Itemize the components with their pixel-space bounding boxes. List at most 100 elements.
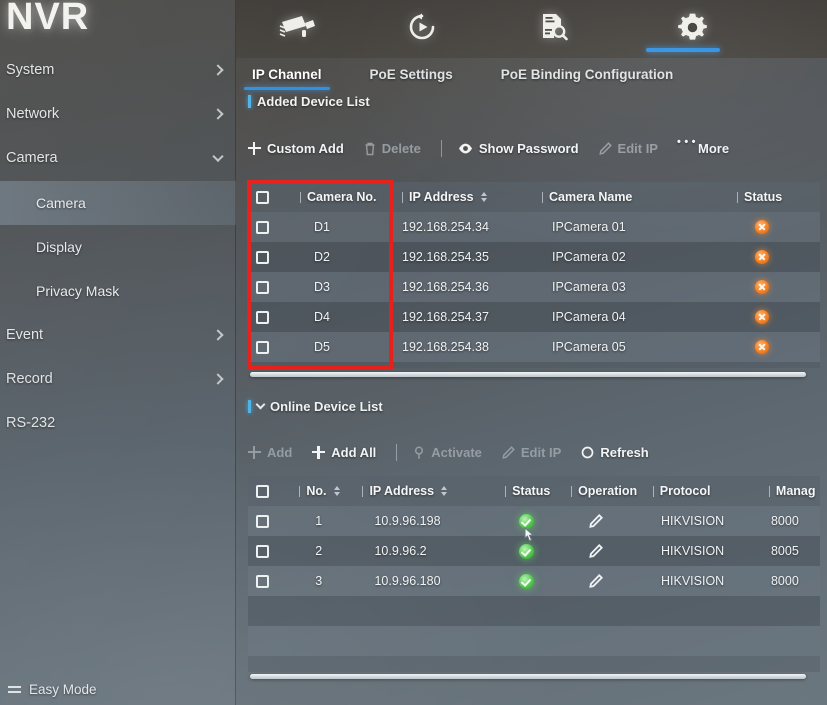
cell-camera-name: IPCamera 01 [552,220,626,234]
sidebar-item-rs232[interactable]: RS-232 [0,401,236,445]
cell-no: 2 [315,544,323,558]
column-label: Operation [578,484,638,498]
row-checkbox[interactable] [248,340,292,354]
select-all-checkbox[interactable] [248,190,292,204]
cell-operation[interactable] [563,514,645,528]
mouse-cursor [518,526,538,557]
refresh-button[interactable]: Refresh [581,445,649,460]
column-header-camera-no[interactable]: Camera No. [292,190,394,204]
cell-operation[interactable] [563,574,645,588]
row-checkbox[interactable] [248,280,292,294]
column-header-status[interactable]: Status [497,484,563,498]
main-content: IP Channel PoE Settings PoE Binding Conf… [236,58,827,705]
sidebar-item-network[interactable]: Network [0,92,236,136]
row-checkbox[interactable] [248,514,291,528]
sidebar-item-record[interactable]: Record [0,357,236,401]
sidebar-subitem-display[interactable]: Display [0,225,236,269]
added-device-list-header: Added Device List [248,94,370,109]
cell-ip-address: 10.9.96.180 [374,574,441,588]
chevron-right-icon [212,64,224,76]
cell-status [729,220,819,234]
column-header-operation[interactable]: Operation [563,484,645,498]
tab-bar: IP Channel PoE Settings PoE Binding Conf… [236,58,827,90]
camera-icon[interactable] [272,4,324,50]
trash-icon [365,142,375,155]
chevron-down-icon [212,150,224,163]
table-row[interactable]: 3 10.9.96.180 HIKVISION 8000 [248,566,820,596]
table-row-empty [248,596,820,626]
row-checkbox[interactable] [248,544,291,558]
sort-indicator-icon[interactable] [333,486,340,496]
activate-button[interactable]: Activate [413,445,482,460]
tab-poe-binding-configuration[interactable]: PoE Binding Configuration [485,58,689,90]
add-all-button[interactable]: Add All [312,445,376,460]
sidebar-item-label: RS-232 [6,415,56,431]
sidebar-subitem-camera[interactable]: Camera [0,181,236,225]
table-row[interactable]: D5 192.168.254.38 IPCamera 05 [248,332,820,362]
added-device-table-hscrollbar[interactable] [250,372,806,377]
table-row[interactable]: D1 192.168.254.34 IPCamera 01 [248,212,820,242]
active-tab-underline [646,48,720,52]
column-label: Status [512,484,551,498]
pencil-icon[interactable] [589,574,604,588]
cell-ip-address: 192.168.254.37 [402,310,489,324]
sort-indicator-icon[interactable] [441,486,448,496]
edit-ip-button[interactable]: Edit IP [598,141,658,156]
sidebar-subitem-privacy-mask[interactable]: Privacy Mask [0,269,236,313]
easy-mode-toggle[interactable]: Easy Mode [8,682,97,697]
online-device-table: No. IP Address Status Operation Protocol [248,476,820,672]
select-all-checkbox[interactable] [248,484,291,498]
sidebar-item-system[interactable]: System [0,48,236,92]
status-error-icon [755,250,769,264]
row-checkbox[interactable] [248,220,292,234]
pencil-icon[interactable] [589,544,604,558]
sidebar-item-label: Network [6,106,60,122]
app-logo: NVR [6,0,90,38]
cell-ip-address: 10.9.96.2 [374,544,427,558]
table-row[interactable]: D2 192.168.254.35 IPCamera 02 [248,242,820,272]
sidebar-item-camera[interactable]: Camera [0,136,236,180]
row-checkbox[interactable] [248,250,292,264]
cell-no: 3 [315,574,323,588]
sidebar-item-event[interactable]: Event [0,313,236,357]
sidebar-item-label: System [6,62,55,78]
add-button[interactable]: Add [248,445,292,460]
pencil-icon[interactable] [589,514,604,528]
added-device-toolbar: Custom Add Delete Show Password Edit IP … [248,136,749,157]
table-row[interactable]: D4 192.168.254.37 IPCamera 04 [248,302,820,332]
button-label: Delete [381,141,421,156]
cell-operation[interactable] [563,544,645,558]
column-header-no[interactable]: No. [291,484,354,498]
cell-camera-no: D1 [314,220,330,234]
table-row[interactable]: D3 192.168.254.36 IPCamera 03 [248,272,820,302]
sort-indicator-icon[interactable] [480,192,487,202]
cell-status [497,573,563,589]
button-label: Activate [431,445,482,460]
column-header-camera-name[interactable]: Camera Name [534,190,729,204]
status-ok-icon [519,573,535,589]
online-device-list-header[interactable]: Online Device List [248,399,383,414]
tab-poe-settings[interactable]: PoE Settings [354,58,469,90]
column-label: Manag [775,484,816,498]
delete-button[interactable]: Delete [364,141,421,156]
cell-ip-address: 10.9.96.198 [374,514,441,528]
column-header-protocol[interactable]: Protocol [645,484,761,498]
row-checkbox[interactable] [248,310,292,324]
column-header-ip-address[interactable]: IP Address [354,484,497,498]
column-label: No. [306,484,327,498]
playback-icon[interactable] [396,4,448,50]
log-search-icon[interactable] [527,4,579,50]
sidebar-item-label: Camera [6,150,58,166]
edit-ip-button[interactable]: Edit IP [502,445,561,460]
column-header-manage-port[interactable]: Manag [761,484,820,498]
more-button[interactable]: More [677,136,729,157]
added-device-table: Camera No. IP Address Camera Name Status… [248,182,820,368]
column-header-ip-address[interactable]: IP Address [394,190,534,204]
online-device-table-hscrollbar[interactable] [250,674,806,679]
custom-add-button[interactable]: Custom Add [248,141,344,156]
column-header-status[interactable]: Status [729,190,819,204]
row-checkbox[interactable] [248,574,291,588]
show-password-button[interactable]: Show Password [458,141,579,156]
tab-ip-channel[interactable]: IP Channel [236,58,338,90]
settings-gear-icon[interactable] [666,4,718,50]
